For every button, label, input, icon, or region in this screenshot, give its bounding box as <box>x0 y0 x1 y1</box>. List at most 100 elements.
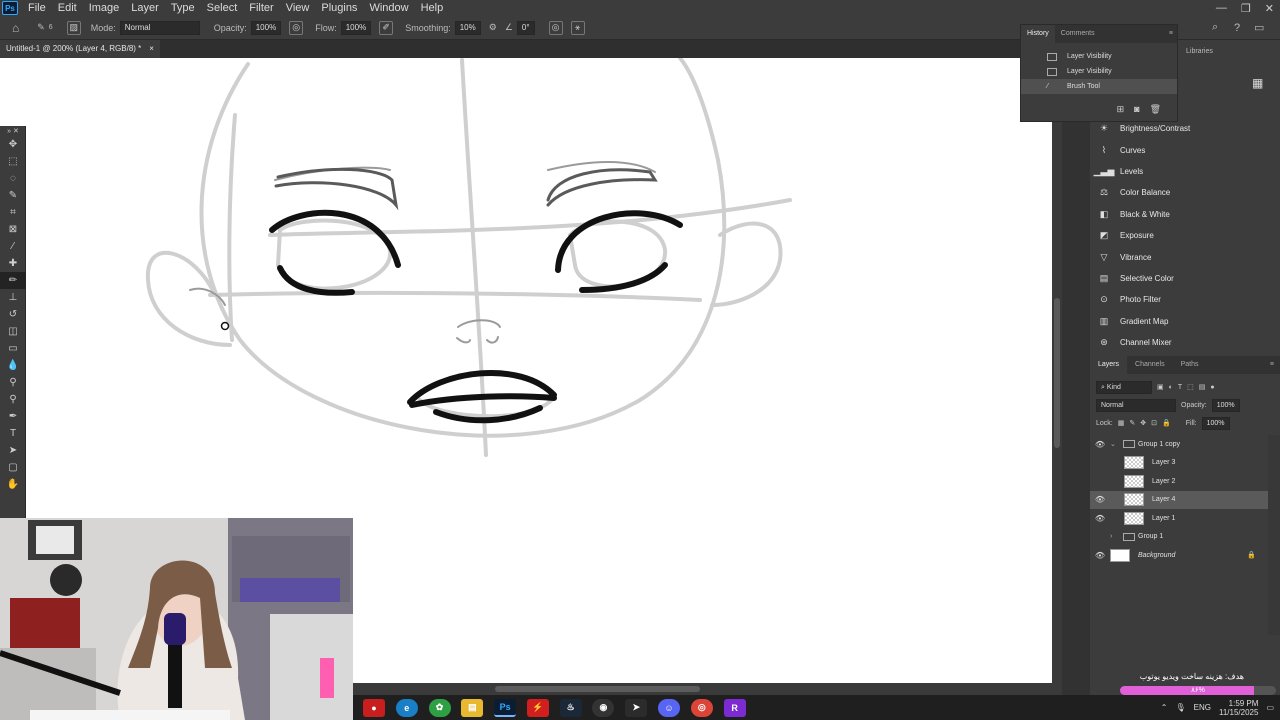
menu-window[interactable]: Window <box>363 0 414 16</box>
filter-pixel-icon[interactable]: ▣ <box>1157 383 1164 391</box>
eye-icon[interactable]: 👁 <box>1090 551 1110 560</box>
obs-icon[interactable]: ◉ <box>592 698 615 717</box>
adjustment-black-white[interactable]: ◧ Black & White <box>1098 204 1268 225</box>
adjustment-exposure[interactable]: ◩ Exposure <box>1098 225 1268 246</box>
red-app-icon[interactable]: ⚡ <box>526 698 549 717</box>
adjustment-vibrance[interactable]: ▽ Vibrance <box>1098 246 1268 267</box>
android-app-icon[interactable]: ✿ <box>428 698 451 717</box>
pen-tool-icon[interactable]: ✒ <box>0 408 26 425</box>
crop-tool-icon[interactable]: ⌗ <box>0 204 26 221</box>
filter-smart-object-icon[interactable]: ▤ <box>1199 383 1206 391</box>
menu-plugins[interactable]: Plugins <box>315 0 363 16</box>
vertical-scrollbar[interactable] <box>1052 58 1062 683</box>
menu-select[interactable]: Select <box>201 0 244 16</box>
marquee-tool-icon[interactable]: ⬚ <box>0 153 26 170</box>
blur-tool-icon[interactable]: 💧 <box>0 357 26 374</box>
brush-settings-icon[interactable]: ▨ <box>66 20 81 35</box>
menu-image[interactable]: Image <box>83 0 126 16</box>
lock-paint-icon[interactable]: ✎ <box>1129 419 1135 427</box>
new-document-icon[interactable]: ⊞ <box>1117 104 1125 115</box>
stamp-tool-icon[interactable]: ⊥ <box>0 289 26 306</box>
rider-icon[interactable]: R <box>723 698 746 717</box>
layer-row-layer-1[interactable]: 👁 Layer 1 <box>1090 509 1268 528</box>
chrome-icon[interactable]: ◎ <box>690 698 713 717</box>
panel-collapse-icon[interactable]: » ✕ <box>0 126 26 136</box>
microphone-icon[interactable]: 🎙 <box>1175 703 1185 712</box>
tab-comments[interactable]: Comments <box>1055 25 1101 43</box>
panel-menu-icon[interactable]: ≡ <box>1270 356 1280 374</box>
adjustment-selective-color[interactable]: ▤ Selective Color <box>1098 268 1268 289</box>
discord-icon[interactable]: ☺ <box>658 698 681 717</box>
pressure-size-icon[interactable]: ◎ <box>548 20 563 35</box>
grid-view-icon[interactable]: ▦ <box>1252 76 1263 90</box>
history-item[interactable]: ⁄ Brush Tool <box>1021 79 1177 94</box>
cursor-app-icon[interactable]: ➤ <box>625 698 648 717</box>
layers-scrollbar[interactable] <box>1268 435 1280 635</box>
lock-position-icon[interactable]: ✥ <box>1140 419 1146 427</box>
adjustment-curves[interactable]: ⌇ Curves <box>1098 139 1268 160</box>
layer-row-group-1[interactable]: › Group 1 <box>1090 528 1268 547</box>
adjustment-color-balance[interactable]: ⚖ Color Balance <box>1098 182 1268 203</box>
adjustment-channel-mixer[interactable]: ⊛ Channel Mixer <box>1098 332 1268 353</box>
tab-channels[interactable]: Channels <box>1127 356 1173 374</box>
home-icon[interactable]: ⌂ <box>12 21 19 35</box>
layer-row-layer-3[interactable]: Layer 3 <box>1090 454 1268 473</box>
brush-preset-icon[interactable]: ✎ 6 <box>37 22 52 33</box>
move-tool-icon[interactable]: ✥ <box>0 136 26 153</box>
adjustment-levels[interactable]: ▁▃▅ Levels <box>1094 161 1268 182</box>
filter-shape-icon[interactable]: ⬚ <box>1187 383 1194 391</box>
flow-input[interactable]: 100% <box>340 20 372 35</box>
vertical-scroll-thumb[interactable] <box>1054 298 1060 448</box>
fill-input[interactable]: 100% <box>1201 416 1230 430</box>
layer-row-layer-2[interactable]: Layer 2 <box>1090 472 1268 491</box>
menu-edit[interactable]: Edit <box>52 0 83 16</box>
tab-paths[interactable]: Paths <box>1173 356 1207 374</box>
menu-file[interactable]: File <box>22 0 52 16</box>
chevron-down-icon[interactable]: ⌄ <box>1110 440 1120 448</box>
healing-tool-icon[interactable]: ✚ <box>0 255 26 272</box>
history-brush-tool-icon[interactable]: ↺ <box>0 306 26 323</box>
panel-menu-icon[interactable]: ≡ <box>1169 25 1177 43</box>
layer-row-layer-4[interactable]: 👁 Layer 4 <box>1090 490 1268 509</box>
filter-adjustment-icon[interactable]: ◐ <box>1169 384 1173 391</box>
workspace-icon[interactable]: ▭ <box>1254 21 1264 34</box>
adjustment-gradient-map[interactable]: ▥ Gradient Map <box>1098 311 1268 332</box>
path-select-tool-icon[interactable]: ➤ <box>0 442 26 459</box>
lock-all-icon[interactable]: 🔒 <box>1162 419 1171 427</box>
smudge-tool-icon[interactable]: ⚲ <box>0 391 26 408</box>
minimize-icon[interactable]: — <box>1216 2 1227 14</box>
tab-history[interactable]: History <box>1021 25 1055 43</box>
menu-type[interactable]: Type <box>165 0 201 16</box>
history-item[interactable]: Layer Visibility <box>1021 64 1177 79</box>
steam-icon[interactable]: ♨ <box>559 698 582 717</box>
document-tab[interactable]: Untitled-1 @ 200% (Layer 4, RGB/8) * × <box>0 40 160 58</box>
horizontal-scroll-thumb[interactable] <box>495 686 700 692</box>
search-icon[interactable]: ⌕ <box>1212 21 1218 34</box>
close-icon[interactable]: ✕ <box>1265 2 1274 15</box>
layer-filter-select[interactable]: ⌕ Kind <box>1096 380 1152 394</box>
tab-layers[interactable]: Layers <box>1090 356 1128 374</box>
menu-view[interactable]: View <box>280 0 316 16</box>
eye-icon[interactable]: 👁 <box>1090 495 1110 504</box>
file-explorer-icon[interactable]: ▤ <box>461 698 484 717</box>
layer-row-group-1-copy[interactable]: 👁 ⌄ Group 1 copy <box>1090 435 1268 454</box>
chevron-up-icon[interactable]: ⌃ <box>1161 703 1168 712</box>
help-icon[interactable]: ? <box>1234 22 1240 34</box>
quick-select-tool-icon[interactable]: ✎ <box>0 187 26 204</box>
symmetry-icon[interactable]: ⚹ <box>570 20 585 35</box>
edge-icon[interactable]: e <box>395 698 418 717</box>
blend-mode-select[interactable]: Normal <box>1096 398 1176 412</box>
type-tool-icon[interactable]: T <box>0 425 26 442</box>
gradient-tool-icon[interactable]: ▭ <box>0 340 26 357</box>
menu-layer[interactable]: Layer <box>125 0 165 16</box>
hand-tool-icon[interactable]: ✋ <box>0 476 26 493</box>
photoshop-icon[interactable]: Ps <box>494 698 517 717</box>
chevron-right-icon[interactable]: › <box>1110 533 1120 540</box>
pressure-opacity-icon[interactable]: ◎ <box>289 20 304 35</box>
adjustment-photo-filter[interactable]: ⊙ Photo Filter <box>1098 289 1268 310</box>
menu-filter[interactable]: Filter <box>243 0 279 16</box>
frame-tool-icon[interactable]: ⊠ <box>0 221 26 238</box>
notification-icon[interactable]: ▭ <box>1266 703 1274 712</box>
lasso-tool-icon[interactable]: ◌ <box>0 170 26 187</box>
tab-libraries[interactable]: Libraries <box>1186 48 1213 55</box>
